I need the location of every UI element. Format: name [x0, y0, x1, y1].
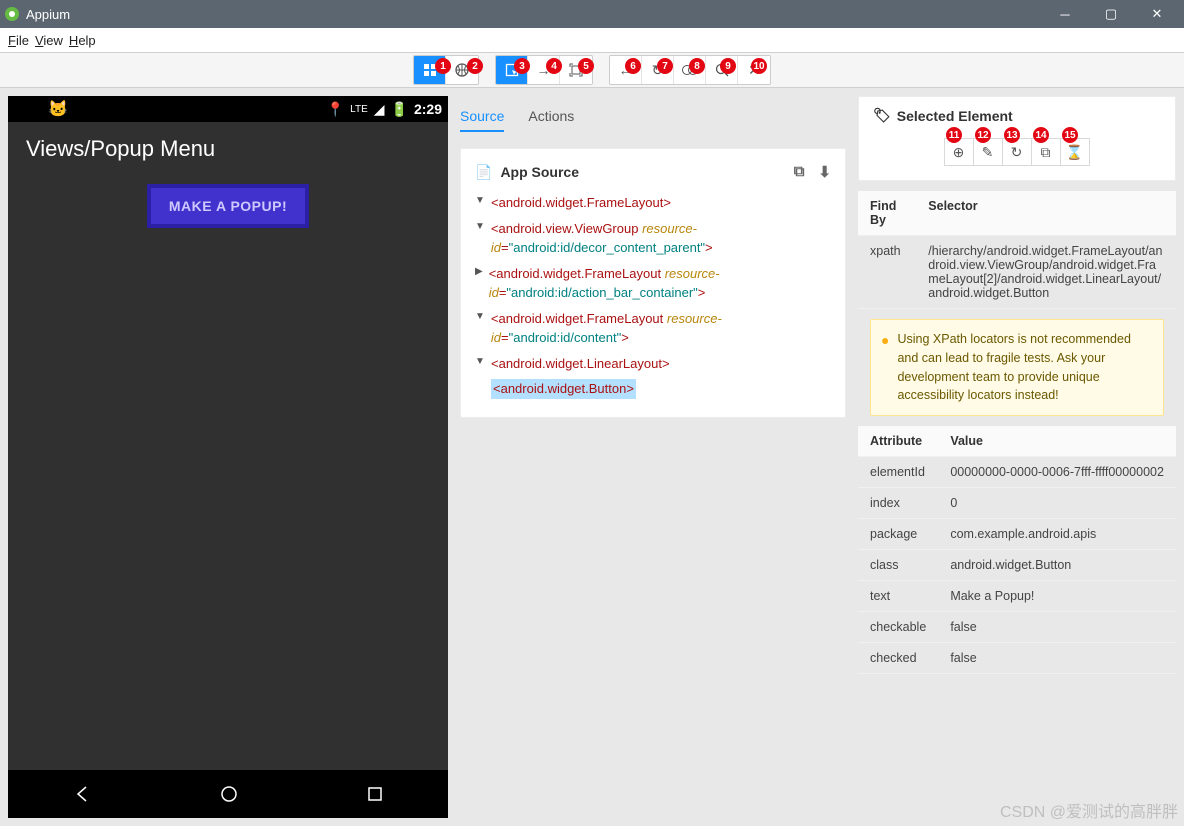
source-tree: ▼<android.widget.FrameLayout> ▼<android.…: [475, 193, 831, 399]
android-nav-bar: [8, 770, 448, 818]
badge-11: 11: [946, 127, 962, 143]
nav-recent-icon[interactable]: [366, 785, 384, 803]
time-element-button[interactable]: ⌛: [1060, 138, 1090, 166]
badge-12: 12: [975, 127, 991, 143]
device-screen[interactable]: 🐱 📍 LTE ◢ 🔋 2:29 Views/Popup Menu MAKE A…: [8, 96, 448, 818]
table-row: classandroid.widget.Button: [858, 550, 1176, 581]
menu-view[interactable]: View: [35, 33, 63, 48]
th-attribute: Attribute: [858, 426, 938, 457]
badge-15: 15: [1062, 127, 1078, 143]
screen-title: Views/Popup Menu: [8, 122, 448, 176]
selector-xpath[interactable]: /hierarchy/android.widget.FrameLayout/an…: [916, 236, 1176, 309]
badge-10: 10: [751, 58, 767, 74]
badge-2: 2: [467, 58, 483, 74]
source-panel: Source Actions 📄 App Source ⧉ ⬇ ▼<androi…: [448, 96, 858, 818]
table-row: checkedfalse: [858, 643, 1176, 674]
badge-13: 13: [1004, 127, 1020, 143]
signal-icon: ◢: [374, 101, 385, 118]
badge-5: 5: [578, 58, 594, 74]
tree-node[interactable]: ▼<android.widget.LinearLayout>: [475, 354, 831, 374]
tab-source[interactable]: Source: [460, 102, 504, 132]
app-icon: [4, 6, 20, 22]
battery-icon: 🔋: [391, 101, 408, 118]
copy-element-button[interactable]: ⧉: [1031, 138, 1061, 166]
attribute-table: AttributeValue elementId00000000-0000-00…: [858, 426, 1176, 674]
badge-8: 8: [689, 58, 705, 74]
device-panel: 🐱 📍 LTE ◢ 🔋 2:29 Views/Popup Menu MAKE A…: [8, 96, 448, 818]
tag-icon: 🏷: [873, 107, 891, 124]
menu-file[interactable]: File: [8, 33, 29, 48]
tree-node[interactable]: ▼<android.widget.FrameLayout>: [475, 193, 831, 213]
window-title: Appium: [26, 7, 70, 22]
warning-icon: ●: [881, 330, 889, 405]
make-popup-button[interactable]: MAKE A POPUP!: [147, 184, 309, 228]
menu-help[interactable]: Help: [69, 33, 96, 48]
findby-xpath: xpath: [858, 236, 916, 309]
window-titlebar: Appium ─ ▢ ✕: [0, 0, 1184, 28]
network-label: LTE: [350, 104, 368, 115]
th-selector: Selector: [916, 191, 1176, 236]
badge-3: 3: [514, 58, 530, 74]
clock: 2:29: [414, 101, 442, 117]
location-icon: 📍: [327, 101, 344, 118]
watermark: CSDN @爱测试的高胖胖: [1000, 798, 1178, 822]
tree-node-selected[interactable]: <android.widget.Button>: [475, 379, 831, 399]
badge-1: 1: [435, 58, 451, 74]
tap-element-button[interactable]: ⊕: [944, 138, 974, 166]
badge-14: 14: [1033, 127, 1049, 143]
tree-node[interactable]: ▶<android.widget.FrameLayout resource-id…: [475, 264, 831, 303]
th-value: Value: [938, 426, 1176, 457]
send-keys-button[interactable]: ✎: [973, 138, 1003, 166]
table-row: index0: [858, 488, 1176, 519]
xpath-warning: ● Using XPath locators is not recommende…: [870, 319, 1164, 416]
locator-table: Find BySelector xpath /hierarchy/android…: [858, 191, 1176, 309]
badge-7: 7: [657, 58, 673, 74]
tree-node[interactable]: ▼<android.widget.FrameLayout resource-id…: [475, 309, 831, 348]
tab-actions[interactable]: Actions: [528, 102, 574, 132]
table-row: packagecom.example.android.apis: [858, 519, 1176, 550]
selected-title: Selected Element: [897, 108, 1013, 124]
clear-element-button[interactable]: ↻: [1002, 138, 1032, 166]
badge-9: 9: [720, 58, 736, 74]
app-logo-icon: 🐱: [48, 99, 68, 119]
table-row: textMake a Popup!: [858, 581, 1176, 612]
table-row: xpath /hierarchy/android.widget.FrameLay…: [858, 236, 1176, 309]
file-icon: 📄: [475, 164, 492, 181]
android-status-bar: 🐱 📍 LTE ◢ 🔋 2:29: [8, 96, 448, 122]
tree-node[interactable]: ▼<android.view.ViewGroup resource-id="an…: [475, 219, 831, 258]
table-row: checkablefalse: [858, 612, 1176, 643]
selected-panel: 🏷 Selected Element 11 12 13 14 15 ⊕ ✎ ↻ ⧉…: [858, 96, 1176, 818]
nav-home-icon[interactable]: [219, 784, 239, 804]
minimize-button[interactable]: ─: [1042, 0, 1088, 28]
maximize-button[interactable]: ▢: [1088, 0, 1134, 28]
download-source-button[interactable]: ⬇: [818, 163, 831, 181]
nav-back-icon[interactable]: [72, 784, 92, 804]
warning-text: Using XPath locators is not recommended …: [897, 330, 1153, 405]
close-button[interactable]: ✕: [1134, 0, 1180, 28]
table-row: elementId00000000-0000-0006-7fff-ffff000…: [858, 457, 1176, 488]
menubar: File View Help: [0, 28, 1184, 52]
badge-6: 6: [625, 58, 641, 74]
badge-4: 4: [546, 58, 562, 74]
copy-source-button[interactable]: ⧉: [794, 163, 805, 181]
source-card-title: App Source: [500, 164, 579, 180]
th-findby: Find By: [858, 191, 916, 236]
